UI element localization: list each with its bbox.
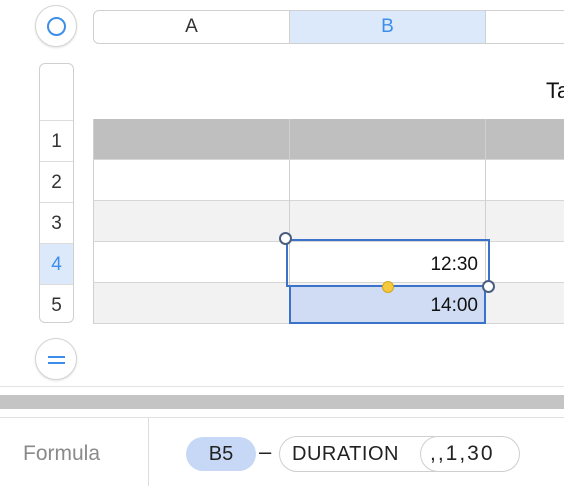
- row-header-1[interactable]: 1: [40, 120, 73, 161]
- grid-line: [93, 119, 94, 324]
- fill-handle[interactable]: [382, 281, 394, 293]
- operator: –: [259, 439, 272, 464]
- divider: [0, 386, 564, 387]
- column-header-a[interactable]: A: [94, 11, 290, 43]
- select-table-button[interactable]: [35, 5, 77, 47]
- column-header-b[interactable]: B: [290, 11, 486, 43]
- column-header-bar: A B: [93, 10, 564, 44]
- cell-reference-token[interactable]: B5: [186, 437, 256, 471]
- add-row-button[interactable]: [35, 338, 77, 380]
- equals-icon-bar: [48, 362, 65, 364]
- cell-b4[interactable]: 12:30: [298, 254, 478, 276]
- row-header-4[interactable]: 4: [40, 243, 73, 284]
- row-header-bar: 1 2 3 4 5: [39, 63, 74, 323]
- table-row[interactable]: [93, 201, 564, 242]
- function-token[interactable]: DURATION ,,1,30: [279, 436, 520, 472]
- table-title[interactable]: Ta: [546, 78, 564, 104]
- resize-handle[interactable]: [482, 280, 495, 293]
- table-row[interactable]: [93, 160, 564, 201]
- formula-bar: Formula B5 – DURATION ,,1,30: [0, 417, 564, 486]
- function-name: DURATION: [292, 443, 399, 465]
- equals-icon: [48, 356, 65, 358]
- row-header-3[interactable]: 3: [40, 202, 73, 243]
- cell-b5[interactable]: 14:00: [298, 295, 478, 317]
- formula-label: Formula: [23, 442, 101, 465]
- circle-icon: [47, 17, 66, 36]
- row-header-5[interactable]: 5: [40, 284, 73, 322]
- function-arguments[interactable]: ,,1,30: [420, 436, 520, 472]
- row-header-2[interactable]: 2: [40, 161, 73, 202]
- spreadsheet-window: A B Ta 1 2 3 4 5 12:30 14:00 Formula B5 …: [0, 0, 564, 486]
- table-row[interactable]: [93, 119, 564, 160]
- horizontal-scrollbar[interactable]: [0, 395, 564, 409]
- divider: [148, 418, 149, 486]
- resize-handle[interactable]: [279, 232, 292, 245]
